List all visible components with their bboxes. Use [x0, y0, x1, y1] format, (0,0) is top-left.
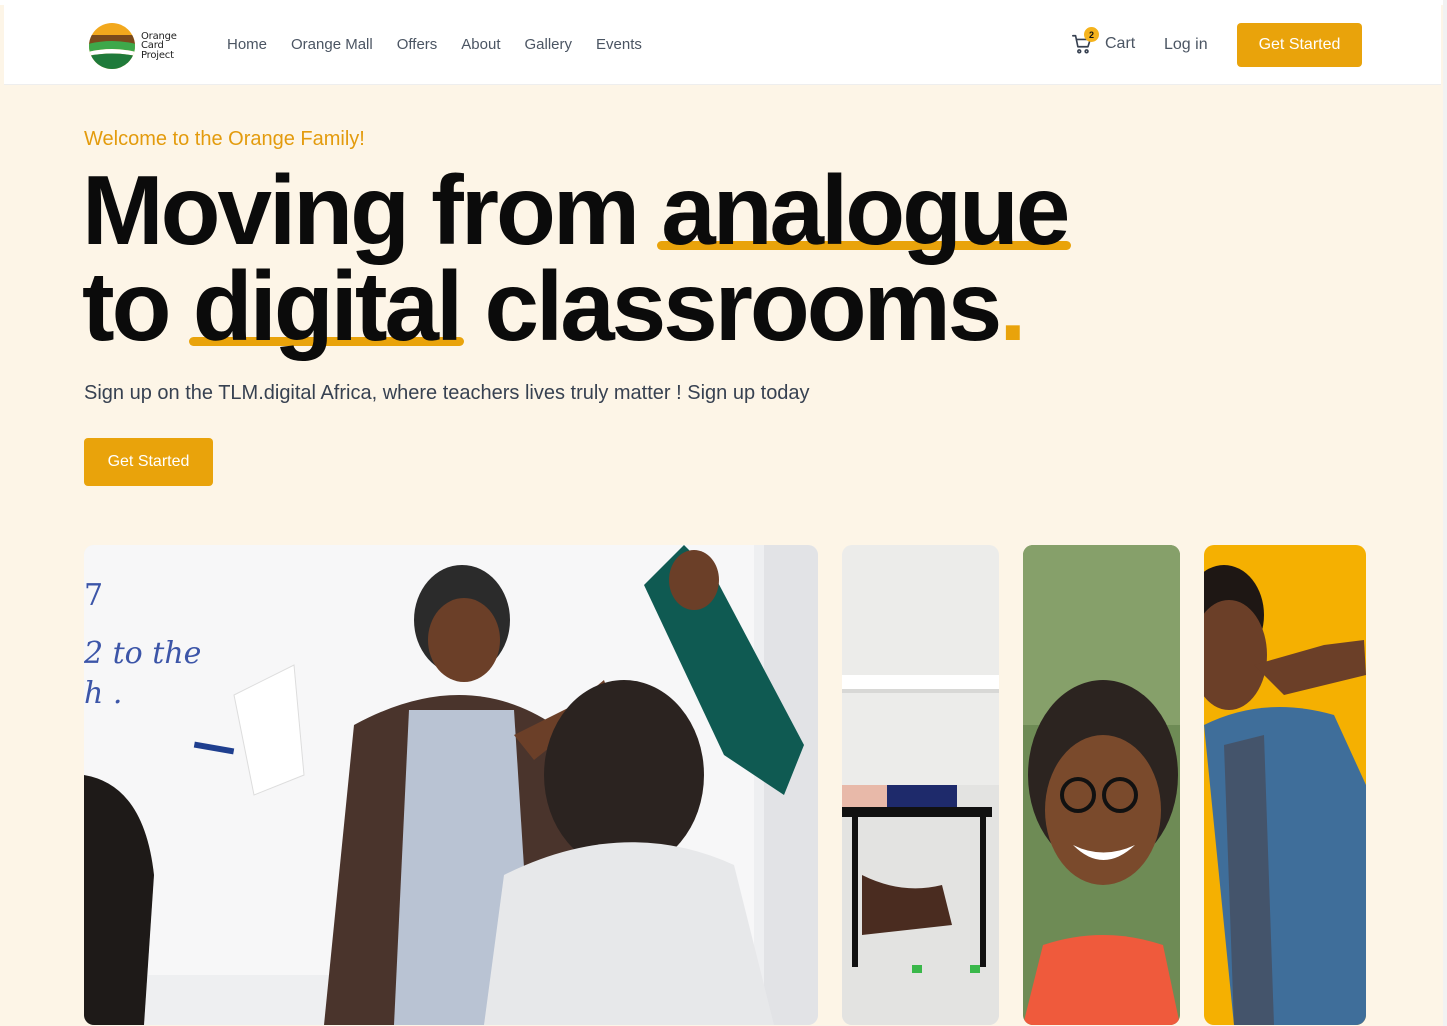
headline-highlight-analogue: analogue: [657, 161, 1072, 259]
cart-count-badge: 2: [1084, 27, 1099, 42]
man-denim-jacket-photo: [1204, 545, 1366, 1025]
nav-offers[interactable]: Offers: [397, 36, 438, 53]
cart-button[interactable]: 2 Cart: [1071, 27, 1135, 55]
svg-text:h .: h .: [84, 676, 122, 711]
hero-get-started-button[interactable]: Get Started: [84, 438, 213, 486]
whiteboard-text: 2 to the: [84, 636, 201, 671]
headline-dot: .: [999, 251, 1026, 361]
main-nav: Home Orange Mall Offers About Gallery Ev…: [227, 36, 642, 53]
smiling-woman-glasses-photo: [1023, 545, 1180, 1025]
teacher-classroom-photo: 7 2 to the h .: [84, 545, 818, 1025]
scrollbar-track[interactable]: [1443, 0, 1447, 1026]
nav-events[interactable]: Events: [596, 36, 642, 53]
nav-about[interactable]: About: [461, 36, 500, 53]
headline-text: Moving from: [82, 155, 662, 265]
headline-text: to: [82, 251, 193, 361]
brand-line-3: Project: [141, 49, 174, 61]
headline-highlight-digital: digital: [188, 257, 465, 355]
svg-text:7: 7: [84, 578, 103, 613]
brand-logo[interactable]: Orange Card Project: [88, 21, 188, 71]
headline-text: classrooms: [460, 251, 1003, 361]
highlight-word: digital: [192, 251, 464, 361]
nav-get-started-button[interactable]: Get Started: [1237, 23, 1362, 67]
orange-card-logo-icon: [89, 23, 135, 69]
navbar: Orange Card Project Home Orange Mall Off…: [4, 5, 1441, 85]
classroom-desk-photo: [842, 545, 999, 1025]
headline-line-2: to digital classrooms.: [82, 257, 1067, 355]
login-link[interactable]: Log in: [1164, 36, 1208, 54]
cart-icon: 2: [1071, 27, 1099, 55]
cart-label: Cart: [1105, 35, 1136, 52]
hero-headline: Moving from analogue to digital classroo…: [82, 161, 1072, 355]
headline-line-1: Moving from analogue: [82, 161, 1072, 259]
highlight-word: analogue: [661, 155, 1070, 265]
nav-gallery[interactable]: Gallery: [525, 36, 573, 53]
hero-subtext: Sign up on the TLM.digital Africa, where…: [84, 382, 810, 404]
welcome-text: Welcome to the Orange Family!: [84, 128, 365, 150]
nav-home[interactable]: Home: [227, 36, 267, 53]
brand-name: Orange Card Project: [141, 32, 177, 61]
nav-orange-mall[interactable]: Orange Mall: [291, 36, 373, 53]
